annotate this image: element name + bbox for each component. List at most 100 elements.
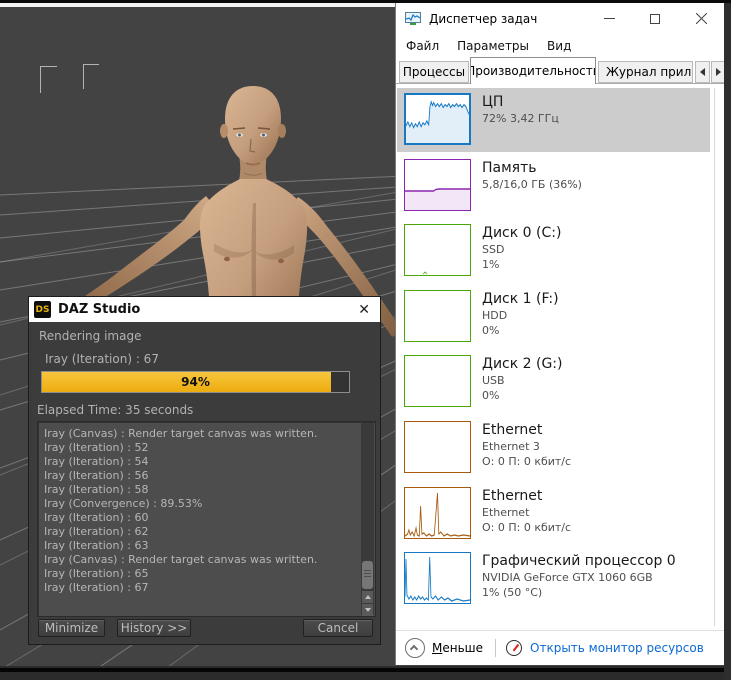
log-scrollbar-thumb[interactable] xyxy=(362,561,373,589)
daz-studio-icon: DS xyxy=(34,301,51,318)
perf-item-title: Диск 0 (C:) xyxy=(482,224,561,242)
menu-options[interactable]: Параметры xyxy=(448,39,538,53)
scroll-down-icon[interactable] xyxy=(362,604,373,616)
perf-item-title: Ethernet xyxy=(482,487,571,505)
dialog-title: DAZ Studio xyxy=(58,302,356,317)
perf-item-ethernet[interactable]: Ethernet Ethernet О: 0 П: 0 кбит/с xyxy=(397,482,710,546)
tab-scroll-left-icon[interactable] xyxy=(695,61,710,83)
render-progress-bar: 94% xyxy=(41,371,350,393)
perf-item-title: ЦП xyxy=(482,93,559,111)
list-scrollbar[interactable] xyxy=(714,88,715,626)
perf-item-gpu[interactable]: Графический процессор 0 NVIDIA GeForce G… xyxy=(397,547,710,611)
log-line: Iray (Iteration) : 65 xyxy=(44,567,357,581)
render-progress-percent: 94% xyxy=(42,372,349,392)
log-line: Iray (Canvas) : Render target canvas was… xyxy=(44,553,357,567)
footer-divider xyxy=(495,639,496,657)
window-minimize-icon[interactable] xyxy=(586,3,632,34)
perf-item-detail: 0% xyxy=(482,323,559,338)
top-edge-strip xyxy=(0,0,731,3)
daz-icon-text: DS xyxy=(36,305,50,315)
disk1-mini-chart xyxy=(404,290,471,342)
cpu-mini-chart xyxy=(404,93,471,145)
log-line: Iray (Convergence) : 89.53% xyxy=(44,497,357,511)
log-line: Iray (Iteration) : 62 xyxy=(44,525,357,539)
ethernet-mini-chart xyxy=(404,487,471,539)
perf-item-disk1[interactable]: Диск 1 (F:) HDD 0% xyxy=(397,285,710,349)
dialog-titlebar[interactable]: DS DAZ Studio ✕ xyxy=(29,297,380,322)
resource-monitor-icon xyxy=(506,640,522,656)
window-close-icon[interactable] xyxy=(678,3,724,34)
perf-item-detail: 5,8/16,0 ГБ (36%) xyxy=(482,177,582,192)
cancel-button[interactable]: Cancel xyxy=(303,619,373,637)
disk2-mini-chart xyxy=(404,355,471,407)
fewer-details-button[interactable]: Меньше xyxy=(432,641,483,655)
perf-item-disk0[interactable]: Диск 0 (C:) SSD 1% xyxy=(397,219,710,283)
log-line: Iray (Iteration) : 63 xyxy=(44,539,357,553)
memory-mini-chart xyxy=(404,159,471,211)
performance-list: ЦП 72% 3,42 ГГц Память 5,8/16,0 ГБ (36%) xyxy=(396,84,724,630)
iteration-label: Iray (Iteration) : 67 xyxy=(45,352,159,366)
log-line: Iray (Iteration) : 54 xyxy=(44,455,357,469)
perf-item-detail: 1% (50 °C) xyxy=(482,585,676,600)
taskmgr-tabs: Процессы Производительность Журнал прило… xyxy=(396,57,724,84)
task-manager-window: Диспетчер задач Файл Параметры Вид Проце… xyxy=(395,3,724,665)
render-log-lines: Iray (Canvas) : Render target canvas was… xyxy=(44,427,357,595)
gpu-mini-chart xyxy=(404,552,471,604)
perf-item-detail: Ethernet xyxy=(482,505,571,520)
close-icon[interactable]: ✕ xyxy=(356,302,372,318)
log-line: Iray (Iteration) : 52 xyxy=(44,441,357,455)
taskmgr-titlebar[interactable]: Диспетчер задач xyxy=(396,3,724,34)
perf-item-memory[interactable]: Память 5,8/16,0 ГБ (36%) xyxy=(397,154,710,218)
tab-performance[interactable]: Производительность xyxy=(470,57,596,84)
perf-item-title: Память xyxy=(482,159,582,177)
menu-file[interactable]: Файл xyxy=(396,39,448,53)
perf-item-detail: О: 0 П: 0 кбит/с xyxy=(482,454,571,469)
perf-item-title: Ethernet xyxy=(482,421,571,439)
log-line: Iray (Canvas) : Render target canvas was… xyxy=(44,427,357,441)
collapse-chevron-icon[interactable] xyxy=(405,638,425,658)
log-line: Iray (Iteration) : 60 xyxy=(44,511,357,525)
perf-item-detail: HDD xyxy=(482,308,559,323)
open-resource-monitor-link[interactable]: Открыть монитор ресурсов xyxy=(530,641,704,655)
elapsed-time-label: Elapsed Time: 35 seconds xyxy=(37,403,193,417)
perf-item-title: Диск 2 (G:) xyxy=(482,355,563,373)
perf-item-disk2[interactable]: Диск 2 (G:) USB 0% xyxy=(397,350,710,414)
toolbar-edge-strip xyxy=(0,3,395,7)
screenshot-root: DS DAZ Studio ✕ Rendering image Iray (It… xyxy=(0,0,731,680)
log-line: Iray (Iteration) : 67 xyxy=(44,581,357,595)
tab-processes[interactable]: Процессы xyxy=(399,61,469,83)
log-line: Iray (Iteration) : 58 xyxy=(44,483,357,497)
history-button[interactable]: History >> xyxy=(117,619,191,637)
perf-item-detail: Ethernet 3 xyxy=(482,439,571,454)
perf-item-detail: 1% xyxy=(482,257,561,272)
render-log-box: Iray (Canvas) : Render target canvas was… xyxy=(37,421,376,617)
log-scrollbar[interactable] xyxy=(361,423,374,615)
viewport-corner-bracket xyxy=(83,64,99,89)
perf-item-detail: USB xyxy=(482,373,563,388)
disk0-mini-chart xyxy=(404,224,471,276)
scroll-up-icon[interactable] xyxy=(362,591,373,603)
viewport-corner-bracket xyxy=(40,66,57,93)
perf-item-detail: О: 0 П: 0 кбит/с xyxy=(482,520,571,535)
right-edge-strip xyxy=(724,0,731,680)
taskmgr-footer: Меньше Открыть монитор ресурсов xyxy=(396,630,724,665)
daz-render-dialog: DS DAZ Studio ✕ Rendering image Iray (It… xyxy=(28,296,381,645)
perf-item-detail: NVIDIA GeForce GTX 1060 6GB xyxy=(482,570,676,585)
menu-view[interactable]: Вид xyxy=(538,39,580,53)
minimize-button[interactable]: Minimize xyxy=(38,619,105,637)
perf-item-detail: SSD xyxy=(482,242,561,257)
perf-item-cpu[interactable]: ЦП 72% 3,42 ГГц xyxy=(397,88,710,152)
perf-item-detail: 72% 3,42 ГГц xyxy=(482,111,559,126)
log-line: Iray (Iteration) : 56 xyxy=(44,469,357,483)
window-maximize-icon[interactable] xyxy=(632,3,678,34)
window-title: Диспетчер задач xyxy=(429,12,586,26)
tab-app-history[interactable]: Журнал прилож xyxy=(598,61,693,83)
ethernet3-mini-chart xyxy=(404,421,471,473)
perf-item-detail: 0% xyxy=(482,388,563,403)
perf-item-ethernet3[interactable]: Ethernet Ethernet 3 О: 0 П: 0 кбит/с xyxy=(397,416,710,480)
perf-item-title: Графический процессор 0 xyxy=(482,552,676,570)
perf-item-title: Диск 1 (F:) xyxy=(482,290,559,308)
rendering-status-label: Rendering image xyxy=(39,329,141,343)
taskmgr-menubar: Файл Параметры Вид xyxy=(396,34,724,57)
viewport-bottom-divider xyxy=(0,668,731,672)
